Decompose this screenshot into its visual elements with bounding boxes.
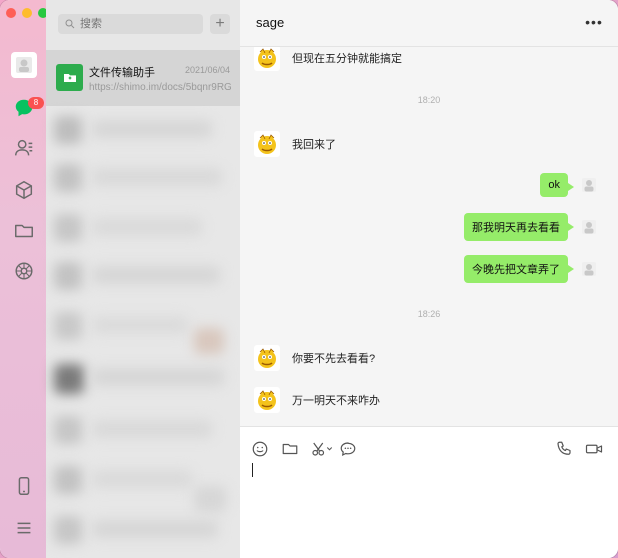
contacts-icon xyxy=(15,139,33,156)
message-bubble[interactable]: 那我明天再去看看 xyxy=(464,213,574,241)
my-avatar[interactable] xyxy=(580,260,598,278)
app-window: 8 搜索 + 文件传输助手 2021/06/04 https://shimo.i… xyxy=(0,0,618,558)
message-text: 我回来了 xyxy=(292,139,336,151)
contact-avatar[interactable] xyxy=(254,47,280,71)
blurred-avatar xyxy=(54,262,82,290)
blurred-text xyxy=(92,470,192,488)
contact-avatar[interactable] xyxy=(254,387,280,413)
moments-icon xyxy=(15,262,33,280)
folder-icon xyxy=(282,443,298,455)
cube-icon xyxy=(15,180,33,200)
left-rail: 8 xyxy=(0,0,48,558)
moments-button[interactable] xyxy=(12,259,36,283)
file-transfer-avatar xyxy=(56,64,83,91)
phone-icon xyxy=(18,477,30,495)
chat-list-item[interactable]: 文件传输助手 2021/06/04 https://shimo.im/docs/… xyxy=(46,50,240,106)
mini-programs-button[interactable] xyxy=(12,178,36,202)
send-file-button[interactable] xyxy=(280,439,300,459)
close-window-button[interactable] xyxy=(6,8,16,18)
screenshot-button[interactable] xyxy=(308,439,336,459)
search-icon xyxy=(65,19,75,29)
blurred-avatar xyxy=(54,416,82,444)
message-left: 我回来了 xyxy=(254,131,336,157)
chat-name: 文件传输助手 xyxy=(89,67,155,79)
chat-title: sage xyxy=(256,15,285,30)
chat-history-button[interactable] xyxy=(338,439,358,459)
emoji-button[interactable] xyxy=(250,439,270,459)
video-call-button[interactable] xyxy=(584,439,604,459)
blurred-text xyxy=(92,520,218,538)
blurred-avatar xyxy=(54,214,82,242)
avatar[interactable] xyxy=(11,52,37,78)
menu-button[interactable] xyxy=(12,516,36,540)
conversation-list: + 文件传输助手 2021/06/04 https://shimo.im/doc… xyxy=(46,0,240,558)
voice-call-button[interactable] xyxy=(554,439,574,459)
user-avatar-icon xyxy=(582,220,596,234)
chat-header: sage ••• xyxy=(240,0,618,47)
blurred-chat-list xyxy=(46,106,240,558)
message-left: 你要不先去看看? xyxy=(254,345,375,371)
add-chat-button[interactable]: + xyxy=(210,14,230,34)
video-icon xyxy=(585,444,603,454)
blurred-thumbnail xyxy=(194,486,226,512)
blurred-text xyxy=(92,368,224,386)
blurred-avatar xyxy=(54,516,82,544)
unread-badge: 8 xyxy=(28,97,44,109)
blurred-avatar xyxy=(54,466,82,494)
message-input[interactable] xyxy=(252,463,610,555)
blurred-text xyxy=(92,218,202,236)
chat-preview: https://shimo.im/docs/5bqnr9RG... xyxy=(89,82,231,93)
scissors-icon xyxy=(312,442,333,456)
user-avatar-icon xyxy=(582,262,596,276)
blurred-avatar xyxy=(54,164,82,192)
menu-icon xyxy=(17,522,31,534)
more-options-button[interactable]: ••• xyxy=(584,12,604,32)
blurred-avatar xyxy=(54,364,84,394)
blurred-text xyxy=(92,420,212,438)
message-left: 但现在五分钟就能搞定 xyxy=(254,47,402,71)
my-avatar[interactable] xyxy=(580,176,598,194)
user-avatar-icon xyxy=(16,57,32,73)
message-text: 万一明天不来咋办 xyxy=(292,395,380,407)
window-controls xyxy=(6,8,48,18)
my-avatar[interactable] xyxy=(580,218,598,236)
message-right: ok xyxy=(540,173,598,197)
chat-bubble-icon xyxy=(340,442,356,457)
blurred-avatar xyxy=(54,116,82,144)
message-right: 今晚先把文章弄了 xyxy=(464,255,598,283)
blurred-avatar xyxy=(54,312,82,340)
files-button[interactable] xyxy=(12,219,36,243)
chat-date: 2021/06/04 xyxy=(184,65,230,75)
message-composer xyxy=(240,426,618,558)
timestamp: 18:20 xyxy=(417,95,441,105)
contact-avatar[interactable] xyxy=(254,131,280,157)
message-list: 但现在五分钟就能搞定 18:20 我回来了 ok 那我明天再去看看 今晚先把文章… xyxy=(240,47,618,425)
message-left: 万一明天不来咋办 xyxy=(254,387,380,413)
chat-panel: sage ••• 但现在五分钟就能搞定 18:20 我回来了 ok 那我明天再去… xyxy=(240,0,618,558)
search-input[interactable] xyxy=(76,15,200,33)
blurred-text xyxy=(92,168,222,186)
blurred-text xyxy=(92,120,212,138)
message-bubble[interactable]: 今晚先把文章弄了 xyxy=(464,255,574,283)
message-text: 但现在五分钟就能搞定 xyxy=(292,53,402,65)
blurred-text xyxy=(92,266,220,284)
contacts-button[interactable] xyxy=(12,136,36,160)
blurred-text xyxy=(92,316,188,334)
timestamp: 18:26 xyxy=(417,309,441,319)
message-right: 那我明天再去看看 xyxy=(464,213,598,241)
search-box[interactable] xyxy=(58,14,203,34)
message-text: 你要不先去看看? xyxy=(292,353,376,365)
folder-icon xyxy=(63,73,76,82)
contact-avatar[interactable] xyxy=(254,345,280,371)
message-bubble[interactable]: ok xyxy=(540,173,574,197)
emoji-icon xyxy=(252,441,268,457)
minimize-window-button[interactable] xyxy=(22,8,32,18)
phone-icon xyxy=(557,441,571,455)
user-avatar-icon xyxy=(582,178,596,192)
folder-icon xyxy=(15,224,33,238)
blurred-thumbnail xyxy=(194,328,224,354)
phone-button[interactable] xyxy=(12,474,36,498)
